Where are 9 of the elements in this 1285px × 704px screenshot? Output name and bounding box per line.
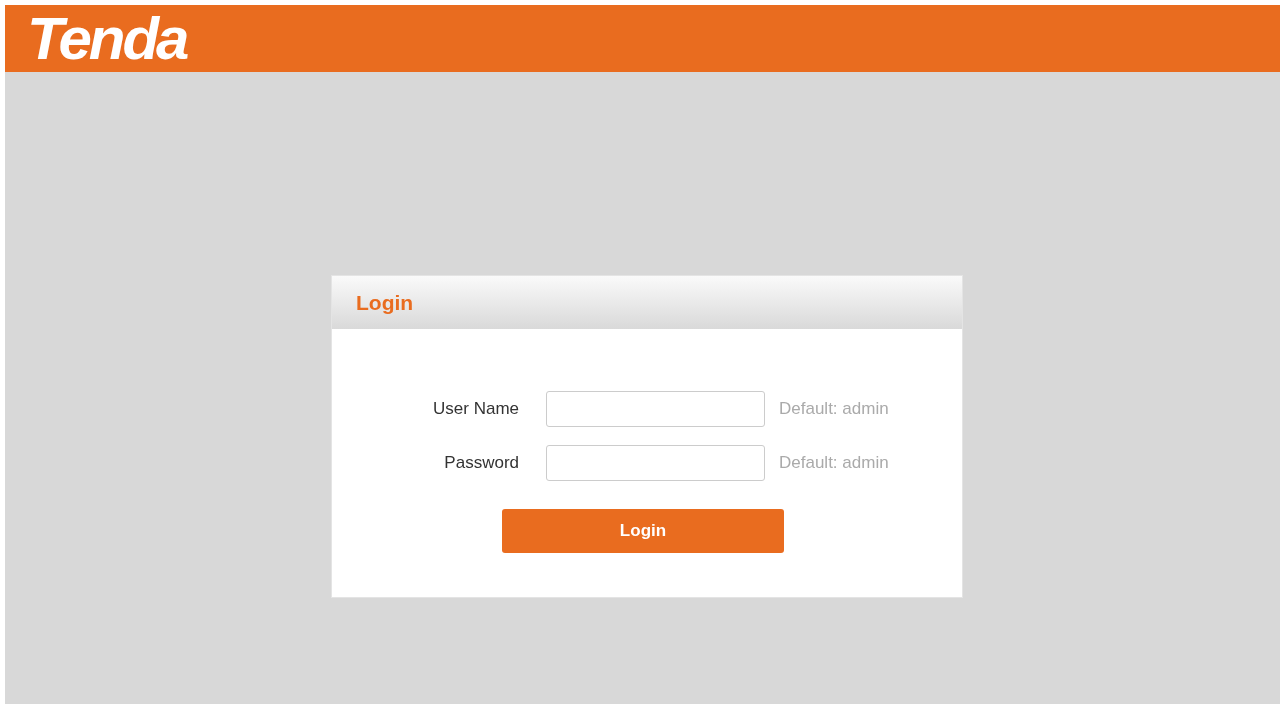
input-field[interactable] bbox=[546, 391, 765, 427]
panel-title: Login bbox=[356, 290, 414, 315]
login-button[interactable]: Login bbox=[502, 509, 784, 553]
logo: Tenda bbox=[27, 8, 187, 69]
field-label: Password bbox=[443, 453, 519, 473]
field-label: User Name bbox=[432, 399, 519, 419]
field-hint: Default: admin bbox=[779, 399, 889, 419]
input-field[interactable] bbox=[546, 445, 765, 481]
field-hint: Default: admin bbox=[779, 453, 889, 473]
